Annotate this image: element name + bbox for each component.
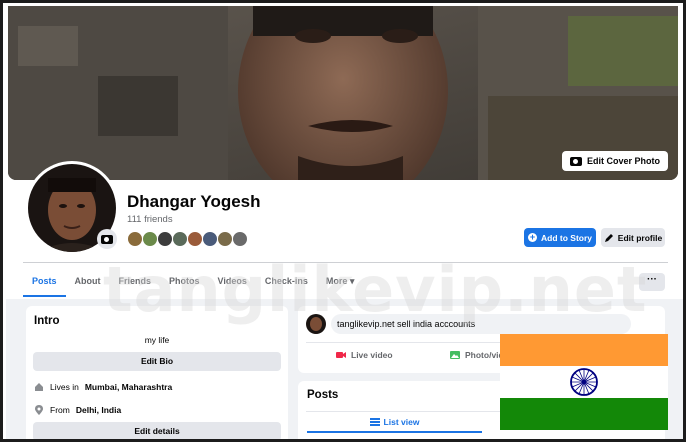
friend-count[interactable]: 111 friends xyxy=(127,214,173,225)
photo-video-button[interactable]: Photo/vid xyxy=(450,350,504,360)
bio-text: my life xyxy=(144,335,170,345)
pencil-icon xyxy=(604,233,613,242)
edit-details-button[interactable]: Edit details xyxy=(33,422,281,439)
lives-in-row: Lives in Mumbai, Maharashtra xyxy=(34,382,172,392)
edit-profile-button[interactable]: Edit profile xyxy=(601,228,665,247)
camera-icon xyxy=(101,234,113,244)
tab-posts[interactable]: Posts xyxy=(23,265,66,297)
watermark: tanglikevip.net xyxy=(103,253,648,326)
friend-avatar[interactable] xyxy=(157,231,173,247)
profile-page: Edit Cover Photo Dhangar Yogesh 111 frie… xyxy=(0,0,686,442)
cover-photo[interactable]: Edit Cover Photo xyxy=(8,6,678,180)
friend-avatar[interactable] xyxy=(127,231,143,247)
add-to-story-button[interactable]: + Add to Story xyxy=(524,228,596,247)
list-view-label: List view xyxy=(383,417,420,427)
posts-title: Posts xyxy=(307,389,339,401)
add-to-story-label: Add to Story xyxy=(541,232,592,243)
live-video-button[interactable]: Live video xyxy=(336,350,393,360)
friend-avatar[interactable] xyxy=(142,231,158,247)
friend-avatar[interactable] xyxy=(232,231,248,247)
from-row: From Delhi, India xyxy=(34,405,121,415)
location-pin-icon xyxy=(35,405,43,415)
change-profile-picture-button[interactable] xyxy=(97,229,117,249)
friend-avatar[interactable] xyxy=(217,231,233,247)
friend-avatar[interactable] xyxy=(187,231,203,247)
profile-name: Dhangar Yogesh xyxy=(127,192,261,211)
list-icon xyxy=(369,418,380,426)
from-prefix: From xyxy=(50,405,70,415)
list-view-tab[interactable]: List view xyxy=(307,413,482,433)
live-video-label: Live video xyxy=(351,350,393,360)
intro-card: Intro my life Edit Bio Lives in Mumbai, … xyxy=(26,306,288,439)
from-place[interactable]: Delhi, India xyxy=(76,405,121,415)
profile-picture-frame xyxy=(25,161,119,255)
edit-cover-photo-button[interactable]: Edit Cover Photo xyxy=(561,151,668,171)
photo-video-label: Photo/vid xyxy=(465,350,504,360)
friend-avatar[interactable] xyxy=(202,231,218,247)
edit-bio-button[interactable]: Edit Bio xyxy=(33,352,281,371)
friend-avatars xyxy=(127,231,248,247)
edit-cover-photo-label: Edit Cover Photo xyxy=(586,156,660,166)
lives-in-prefix: Lives in xyxy=(50,382,79,392)
friend-avatar[interactable] xyxy=(172,231,188,247)
home-icon xyxy=(35,383,43,391)
lives-in-place[interactable]: Mumbai, Maharashtra xyxy=(85,382,172,392)
edit-profile-label: Edit profile xyxy=(617,232,663,243)
intro-title: Intro xyxy=(34,315,60,327)
camera-icon xyxy=(569,156,582,166)
live-video-icon xyxy=(336,352,346,358)
india-flag-image xyxy=(500,334,668,430)
photo-icon xyxy=(450,351,460,359)
plus-icon: + xyxy=(528,232,537,242)
